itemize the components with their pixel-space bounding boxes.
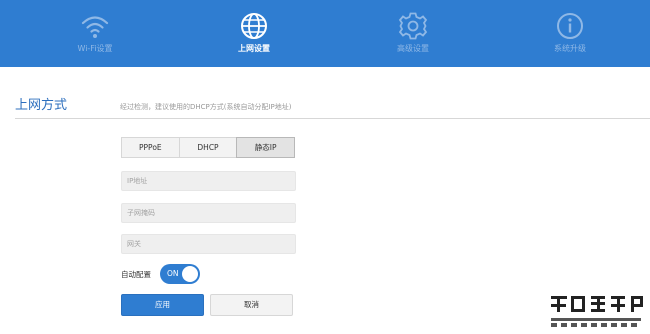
nav-item-internet-settings[interactable]: 上网设置: [194, 0, 314, 67]
subnet-mask-input[interactable]: [121, 203, 296, 223]
apply-button[interactable]: 应用: [121, 294, 204, 316]
connection-type-static-ip[interactable]: 静态IP: [236, 137, 296, 158]
auto-config-label: 自动配置: [121, 270, 151, 279]
auto-config-toggle[interactable]: ON: [160, 264, 200, 284]
top-navigation-bar: Wi-Fi设置 上网设置 高级设置 系统升级: [0, 0, 650, 67]
nav-item-label: 系统升级: [554, 44, 586, 53]
ip-address-input[interactable]: [121, 171, 296, 191]
detection-hint: 经过检测，建议使用的DHCP方式(系统自动分配IP地址): [120, 103, 292, 111]
toggle-state-text: ON: [167, 269, 179, 278]
nav-item-label: Wi-Fi设置: [77, 44, 113, 53]
gear-icon: [396, 11, 430, 41]
nav-item-wifi-settings[interactable]: Wi-Fi设置: [35, 0, 155, 67]
router-site-logo: [547, 292, 647, 330]
toggle-knob: [182, 266, 198, 282]
cancel-button[interactable]: 取消: [210, 294, 293, 316]
nav-item-label: 高级设置: [397, 44, 429, 53]
nav-item-label: 上网设置: [238, 44, 270, 53]
section-title: 上网方式: [15, 98, 68, 113]
gateway-input[interactable]: [121, 234, 296, 254]
wifi-icon: [78, 11, 112, 41]
nav-item-system-upgrade[interactable]: 系统升级: [510, 0, 630, 67]
connection-type-dhcp[interactable]: DHCP: [180, 138, 238, 157]
info-icon: [553, 11, 587, 41]
section-divider: [15, 118, 650, 119]
connection-type-selector: PPPoE DHCP 静态IP: [121, 137, 296, 158]
globe-icon: [237, 11, 271, 41]
connection-type-pppoe[interactable]: PPPoE: [122, 138, 180, 157]
nav-item-advanced-settings[interactable]: 高级设置: [353, 0, 473, 67]
